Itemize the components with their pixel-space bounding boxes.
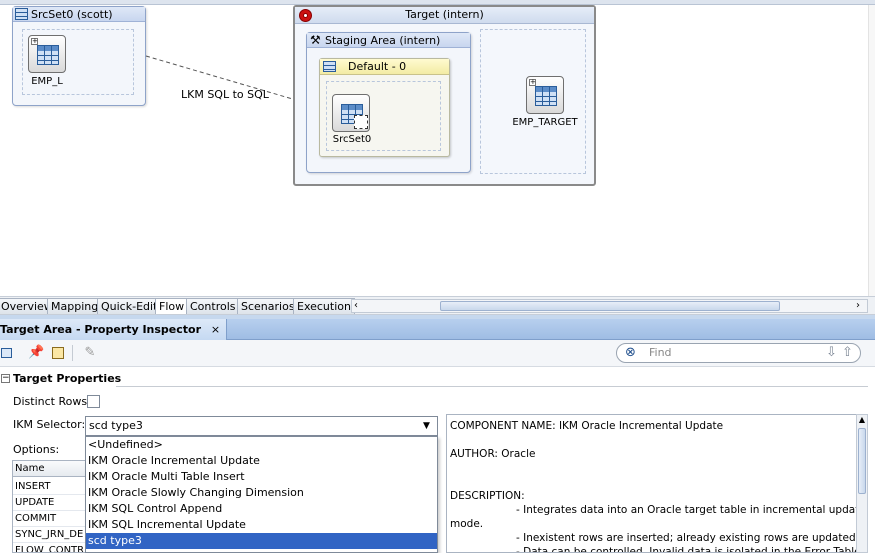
- table-row[interactable]: UPDATE: [13, 495, 86, 511]
- property-inspector-tab[interactable]: Target Area - Property Inspector ×: [0, 319, 228, 340]
- expand-icon[interactable]: +: [529, 79, 536, 86]
- close-icon[interactable]: ×: [211, 323, 220, 336]
- edit-properties-icon[interactable]: [50, 345, 66, 361]
- find-previous-icon[interactable]: ⇧: [842, 344, 853, 361]
- binoculars-icon: ⊗: [625, 345, 636, 360]
- staging-area-box[interactable]: ⚒ Staging Area (intern) Default - 0 SrcS…: [306, 32, 471, 173]
- staging-area-title-bar: ⚒ Staging Area (intern): [307, 33, 470, 48]
- dropdown-option-selected[interactable]: scd type3: [86, 533, 437, 549]
- description-scrollbar[interactable]: ▲: [856, 414, 868, 553]
- canvas-right-edge: [868, 5, 875, 296]
- pin-icon[interactable]: 📌: [28, 345, 44, 361]
- description-line: - Data can be controlled. Invalid data i…: [516, 546, 858, 553]
- dropdown-option[interactable]: IKM Oracle Slowly Changing Dimension: [86, 485, 437, 501]
- description-component-name: COMPONENT NAME: IKM Oracle Incremental U…: [450, 420, 724, 432]
- tab-execution[interactable]: Execution: [293, 298, 355, 314]
- section-title: Target Properties: [13, 372, 122, 385]
- ikm-selector-combobox[interactable]: scd type3 ▼: [85, 416, 438, 436]
- tab-flow[interactable]: Flow: [155, 298, 189, 314]
- options-table[interactable]: Name INSERT UPDATE COMMIT SYNC_JRN_DE FL…: [12, 460, 87, 553]
- horizontal-scrollbar[interactable]: ‹ ›: [351, 299, 868, 313]
- lkm-label[interactable]: LKM SQL to SQL: [181, 88, 269, 101]
- table-row[interactable]: SYNC_JRN_DE: [13, 527, 86, 543]
- emp-target-component-icon[interactable]: +: [526, 76, 564, 114]
- component-description: COMPONENT NAME: IKM Oracle Incremental U…: [446, 414, 858, 553]
- scroll-right-icon[interactable]: ›: [856, 300, 866, 312]
- ikm-selected-value: scd type3: [89, 419, 143, 432]
- staging-area-title: Staging Area (intern): [325, 34, 441, 47]
- srcset0-component-icon[interactable]: [332, 94, 370, 132]
- dataset-overlay-icon: [354, 115, 368, 129]
- scrollbar-thumb[interactable]: [440, 301, 780, 311]
- distinct-rows-label: Distinct Rows:: [13, 395, 91, 408]
- property-inspector-title: Target Area - Property Inspector: [0, 323, 202, 336]
- tab-mapping[interactable]: Mapping: [47, 298, 103, 314]
- description-line: - Inexistent rows are inserted; already …: [516, 532, 858, 544]
- target-title: Target (intern): [405, 8, 484, 21]
- mapping-canvas[interactable]: SrcSet0 (scott) + EMP_L LKM SQL to SQL T…: [0, 0, 875, 296]
- hammer-icon: ⚒: [310, 33, 321, 47]
- table-row[interactable]: COMMIT: [13, 511, 86, 527]
- editor-tab-bar: Overview Mapping Quick-Edit Flow Control…: [0, 296, 875, 315]
- description-line: mode.: [450, 518, 484, 530]
- description-author: AUTHOR: Oracle: [450, 448, 536, 460]
- table-row[interactable]: INSERT: [13, 479, 86, 495]
- dropdown-option[interactable]: IKM Oracle Multi Table Insert: [86, 469, 437, 485]
- dropdown-option[interactable]: IKM Oracle Incremental Update: [86, 453, 437, 469]
- description-scroll-thumb[interactable]: [858, 428, 866, 494]
- srcset0-label: SrcSet0: [332, 134, 372, 145]
- table-icon: [323, 61, 336, 72]
- options-table-header[interactable]: Name: [13, 461, 86, 477]
- default-box[interactable]: Default - 0 SrcSet0: [319, 58, 450, 157]
- toolbar-divider: [72, 345, 73, 361]
- description-heading: DESCRIPTION:: [450, 490, 525, 502]
- ikm-selector-label: IKM Selector:: [13, 418, 86, 431]
- default-title: Default - 0: [348, 60, 407, 73]
- target-box[interactable]: Target (intern) ⚒ Staging Area (intern) …: [293, 5, 596, 186]
- table-row[interactable]: FLOW_CONTR: [13, 543, 86, 552]
- find-placeholder: Find: [649, 346, 672, 359]
- tab-quick-edit[interactable]: Quick-Edit: [97, 298, 162, 314]
- find-next-icon[interactable]: ⇩: [826, 344, 837, 361]
- dropdown-option[interactable]: <Undefined>: [86, 437, 437, 453]
- ikm-dropdown-list[interactable]: <Undefined> IKM Oracle Incremental Updat…: [85, 436, 438, 553]
- collapse-icon[interactable]: −: [1, 374, 10, 383]
- scroll-left-icon[interactable]: ‹: [354, 300, 364, 312]
- section-divider: [116, 386, 868, 387]
- chevron-down-icon[interactable]: ▼: [423, 420, 430, 432]
- table-icon: [535, 86, 557, 106]
- emp-target-label: EMP_TARGET: [512, 117, 578, 128]
- select-icon[interactable]: [0, 345, 16, 361]
- scroll-up-icon[interactable]: ▲: [857, 415, 867, 425]
- distinct-rows-checkbox[interactable]: [87, 395, 100, 408]
- find-field[interactable]: ⊗ Find ⇩ ⇧: [616, 343, 861, 363]
- description-line: - Integrates data into an Oracle target …: [516, 504, 858, 516]
- dropdown-option[interactable]: IKM SQL Control Append: [86, 501, 437, 517]
- tab-controls[interactable]: Controls: [186, 298, 240, 314]
- options-label: Options:: [13, 443, 60, 456]
- pencil-icon[interactable]: ✎: [82, 345, 98, 361]
- dropdown-option[interactable]: IKM SQL Incremental Update: [86, 517, 437, 533]
- tab-scenarios[interactable]: Scenarios: [237, 298, 299, 314]
